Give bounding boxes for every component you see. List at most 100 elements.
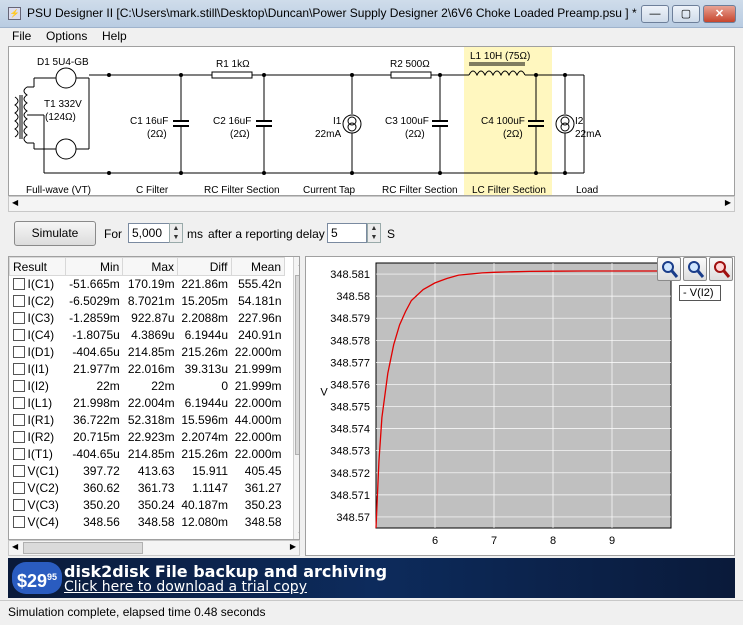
result-value-cell: 40.187m — [181, 498, 229, 512]
spin-down-icon[interactable]: ▼ — [170, 233, 182, 242]
column-header[interactable]: Min — [64, 257, 124, 276]
table-row[interactable]: I(C1) -51.665m 170.19m 221.86m 555.42n — [10, 276, 285, 293]
results-vertical-scrollbar[interactable]: ▲ ▼ — [293, 257, 299, 539]
column-header[interactable]: Mean — [230, 257, 286, 276]
delay-spinner[interactable]: ▲ ▼ — [367, 223, 381, 243]
zoom-out-button[interactable] — [683, 257, 707, 281]
table-row[interactable]: V(C2) 360.62 361.73 1.1147 361.27 — [10, 480, 285, 497]
column-header[interactable]: Result — [9, 257, 66, 276]
schematic-canvas[interactable]: D1 5U4-GB T1 332V (124Ω) R1 1kΩ C1 16uF … — [8, 46, 735, 196]
column-header[interactable]: Max — [122, 257, 179, 276]
scroll-thumb[interactable] — [23, 542, 143, 554]
table-row[interactable]: I(C2) -6.5029m 8.7021m 15.205m 54.181n — [10, 293, 285, 310]
close-button[interactable]: ✕ — [703, 5, 736, 23]
table-row[interactable]: I(I2) 22m 22m 0 21.999m — [10, 378, 285, 395]
result-name-cell: I(C2) — [10, 293, 66, 310]
table-row[interactable]: I(T1) -404.65u 214.85m 215.26m 22.000m — [10, 446, 285, 463]
plot-checkbox[interactable] — [12, 295, 25, 307]
ad-download-link[interactable]: Click here to download a trial copy — [64, 579, 307, 595]
plot-checkbox[interactable] — [12, 329, 25, 341]
scroll-thumb[interactable] — [295, 275, 299, 455]
plot-checkbox[interactable] — [12, 363, 25, 375]
maximize-button[interactable]: ▢ — [672, 5, 700, 23]
plot-checkbox[interactable] — [12, 397, 25, 409]
result-value-cell: 2.2088m — [181, 311, 229, 325]
table-row[interactable]: I(L1) 21.998m 22.004m 6.1944u 22.000m — [10, 395, 285, 412]
plot-checkbox[interactable] — [12, 346, 25, 358]
delay-input[interactable]: 5 — [327, 223, 367, 243]
c1-resistance: (2Ω) — [147, 129, 167, 140]
table-row[interactable]: V(C3) 350.20 350.24 40.187m 350.23 — [10, 497, 285, 514]
c4-label: C4 100uF — [481, 116, 525, 127]
duration-input[interactable]: 5,000 — [128, 223, 170, 243]
result-value-cell: 15.911 — [192, 464, 229, 478]
transformer-primary — [14, 96, 19, 138]
menu-file[interactable]: File — [12, 29, 31, 43]
result-value-cell: 6.1944u — [184, 396, 229, 410]
spin-up-icon[interactable]: ▲ — [170, 224, 182, 233]
transformer-secondary — [23, 86, 28, 144]
result-value-cell: 348.56 — [83, 515, 120, 529]
simulate-button[interactable]: Simulate — [14, 221, 96, 246]
table-row[interactable]: I(C3) -1.2859m 922.87u 2.2088m 227.96n — [10, 310, 285, 327]
spin-up-icon[interactable]: ▲ — [368, 224, 380, 233]
table-row[interactable]: I(D1) -404.65u 214.85m 215.26m 22.000m — [10, 344, 285, 361]
result-name: I(C3) — [27, 311, 55, 325]
plot-checkbox[interactable] — [12, 312, 25, 324]
r2-label: R2 500Ω — [390, 59, 430, 70]
results-horizontal-scrollbar[interactable]: ◀ ▶ — [8, 540, 300, 556]
table-row[interactable]: V(C4) 348.56 348.58 12.080m 348.58 — [10, 514, 285, 531]
plot-checkbox[interactable] — [12, 414, 25, 426]
scroll-left-icon[interactable]: ◀ — [12, 542, 18, 551]
result-name-cell: I(C3) — [10, 310, 66, 327]
table-row[interactable]: I(C4) -1.8075u 4.3869u 6.1944u 240.91n — [10, 327, 285, 344]
plot-checkbox[interactable] — [12, 431, 25, 443]
table-row[interactable]: I(I1) 21.977m 22.016m 39.313u 21.999m — [10, 361, 285, 378]
spin-down-icon[interactable]: ▼ — [368, 233, 380, 242]
zoom-in-button[interactable] — [657, 257, 681, 281]
section-label: C Filter — [136, 185, 169, 196]
result-name: I(I2) — [27, 379, 49, 393]
scroll-right-icon[interactable]: ▶ — [725, 198, 731, 207]
result-name: I(R2) — [27, 430, 55, 444]
zoom-reset-button[interactable] — [709, 257, 733, 281]
table-row[interactable]: I(R2) 20.715m 22.923m 2.2074m 22.000m — [10, 429, 285, 446]
result-value-cell: 52.318m — [127, 413, 175, 427]
plot-checkbox[interactable] — [12, 278, 25, 291]
table-row[interactable]: V(C1) 397.72 413.63 15.911 405.45 — [10, 463, 285, 480]
schematic-scrollbar[interactable]: ◀ ▶ — [8, 196, 735, 212]
minimize-button[interactable]: — — [641, 5, 669, 23]
result-name: V(C4) — [27, 515, 59, 529]
scroll-up-icon[interactable]: ▲ — [297, 259, 299, 268]
section-label: Full-wave (VT) — [26, 185, 91, 196]
table-row[interactable]: I(R1) 36.722m 52.318m 15.596m 44.000m — [10, 412, 285, 429]
c1-label: C1 16uF — [130, 116, 168, 127]
scroll-left-icon[interactable]: ◀ — [12, 198, 18, 207]
plot-checkbox[interactable] — [12, 516, 25, 528]
plot-checkbox[interactable] — [12, 499, 25, 511]
y-tick-label: 348.575 — [330, 402, 370, 414]
result-value-cell: 348.58 — [137, 515, 175, 529]
result-value-cell: 397.72 — [83, 464, 120, 478]
result-value-cell: 21.998m — [73, 396, 120, 410]
ad-price-badge: $2995 — [12, 562, 62, 594]
result-value-cell: 215.26m — [181, 447, 229, 461]
duration-spinner[interactable]: ▲ ▼ — [169, 223, 183, 243]
status-text: Simulation complete, elapsed time 0.48 s… — [8, 605, 266, 619]
result-name-cell: I(C1) — [10, 276, 66, 293]
scroll-down-icon[interactable]: ▼ — [297, 530, 299, 539]
plot-checkbox[interactable] — [12, 465, 25, 477]
column-header[interactable]: Diff — [177, 257, 232, 276]
y-tick-label: 348.57 — [336, 512, 370, 524]
scroll-right-icon[interactable]: ▶ — [290, 542, 296, 551]
plot-checkbox[interactable] — [12, 482, 25, 494]
plot-checkbox[interactable] — [12, 448, 25, 460]
menu-options[interactable]: Options — [46, 29, 87, 43]
section-label: RC Filter Section — [382, 185, 458, 196]
ad-banner[interactable]: $2995 disk2disk File backup and archivin… — [8, 558, 735, 598]
t1-label: T1 332V — [44, 99, 82, 110]
i2-label: I2 — [575, 116, 584, 127]
menu-help[interactable]: Help — [102, 29, 127, 43]
plot-checkbox[interactable] — [12, 380, 25, 392]
waveform-chart-panel[interactable]: 348.57 348.571 348.572 348.573 348.574 348.57… — [305, 256, 735, 556]
